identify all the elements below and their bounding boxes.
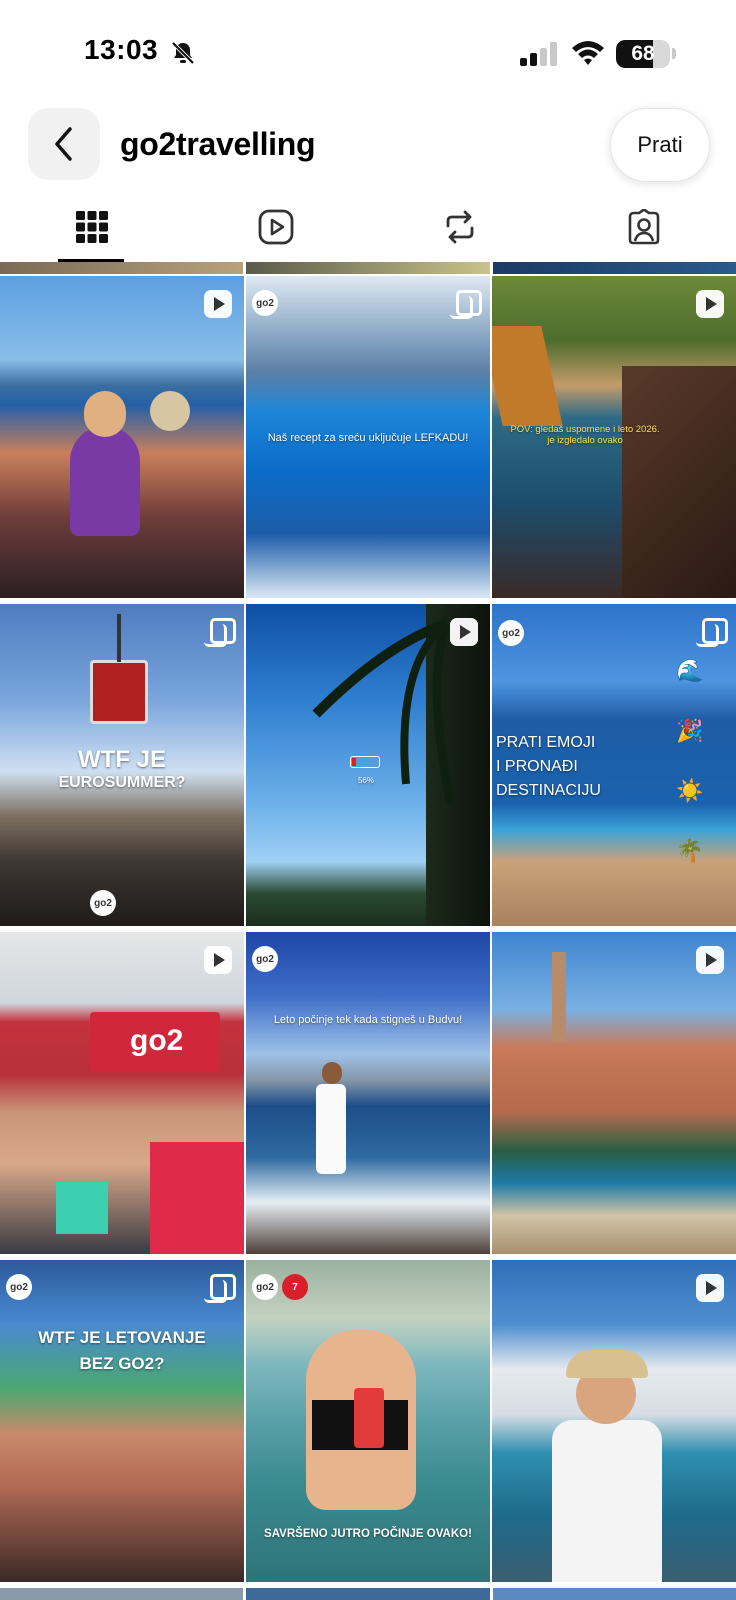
brand-logo-badge: go2 bbox=[90, 890, 116, 916]
brand-logo-badge: go2 bbox=[6, 1274, 32, 1300]
emoji-sun: ☀️ bbox=[676, 778, 704, 803]
post-tile[interactable] bbox=[492, 932, 736, 1254]
reel-icon bbox=[450, 618, 478, 646]
grid-icon bbox=[76, 211, 108, 243]
brand-logo-badge: go2 bbox=[498, 620, 524, 646]
reel-icon bbox=[696, 290, 724, 318]
tab-grid[interactable] bbox=[0, 192, 184, 262]
repost-icon bbox=[446, 210, 474, 244]
reel-icon bbox=[696, 946, 724, 974]
post-caption-subtitle: EUROSUMMER? bbox=[58, 774, 186, 791]
reel-icon bbox=[204, 290, 232, 318]
post-caption-line: WTF JE LETOVANJE bbox=[38, 1328, 206, 1347]
post-caption: POV: gledaš uspomene i leto 2026. je izg… bbox=[510, 424, 660, 446]
cellular-signal-icon bbox=[520, 42, 557, 66]
emoji-party: 🎉 bbox=[676, 718, 704, 743]
banner-logo-text: go2 bbox=[130, 1024, 184, 1057]
post-caption-line: I PRONAĐI bbox=[496, 758, 578, 775]
post-caption-line: BEZ GO2? bbox=[79, 1354, 165, 1373]
post-caption-line: DESTINACIJU bbox=[496, 782, 601, 799]
previous-row-strip bbox=[0, 262, 736, 274]
post-tile[interactable]: 56% bbox=[246, 604, 490, 926]
post-tile[interactable] bbox=[0, 276, 244, 598]
post-caption: SAVRŠENO JUTRO POČINJE OVAKO! bbox=[264, 1528, 472, 1540]
battery-tip bbox=[672, 48, 676, 59]
battery-percent: 68 bbox=[631, 42, 655, 65]
post-tile[interactable]: go2 WTF JE LETOVANJE BEZ GO2? bbox=[0, 1260, 244, 1582]
post-tile[interactable]: go2 7 SAVRŠENO JUTRO POČINJE OVAKO! bbox=[246, 1260, 490, 1582]
carousel-icon bbox=[204, 1274, 236, 1303]
reels-icon bbox=[258, 209, 294, 245]
back-button[interactable] bbox=[28, 108, 100, 180]
emoji-wave: 🌊 bbox=[676, 658, 704, 683]
reel-icon bbox=[696, 1274, 724, 1302]
post-tile[interactable]: go2 bbox=[0, 932, 244, 1254]
carousel-icon bbox=[450, 290, 482, 319]
chevron-left-icon bbox=[55, 127, 72, 161]
brand-logo-badge: go2 bbox=[252, 290, 278, 316]
battery-overlay-text: 56% bbox=[357, 776, 374, 785]
post-tile[interactable]: go2 Naš recept za sreću uključuje LEFKAD… bbox=[246, 276, 490, 598]
profile-username: go2travelling bbox=[120, 126, 316, 162]
post-caption-title: WTF JE bbox=[78, 746, 166, 773]
carousel-icon bbox=[204, 618, 236, 647]
wifi-icon bbox=[572, 41, 604, 65]
post-tile[interactable]: go2 Leto počinje tek kada stigneš u Budv… bbox=[246, 932, 490, 1254]
post-tile[interactable] bbox=[492, 1260, 736, 1582]
brand-logo-badge: go2 bbox=[252, 946, 278, 972]
battery-indicator: 68 bbox=[616, 40, 670, 68]
bell-muted-icon bbox=[171, 41, 195, 65]
tab-reposts[interactable] bbox=[368, 192, 552, 262]
carousel-icon bbox=[696, 618, 728, 647]
post-tile[interactable]: POV: gledaš uspomene i leto 2026. je izg… bbox=[492, 276, 736, 598]
tab-tagged[interactable] bbox=[552, 192, 736, 262]
post-tile[interactable]: go2 WTF JE EUROSUMMER? bbox=[0, 604, 244, 926]
profile-tabs bbox=[0, 192, 736, 262]
palm-fronds bbox=[312, 619, 456, 804]
follow-button[interactable]: Prati bbox=[610, 108, 710, 182]
brand-logo-badge: go2 bbox=[252, 1274, 278, 1300]
partner-logo-badge: 7 bbox=[282, 1274, 308, 1300]
post-caption: Naš recept za sreću uključuje LEFKADU! bbox=[267, 432, 469, 444]
status-bar: 13:03 68 bbox=[0, 0, 736, 100]
post-caption-line: PRATI EMOJI bbox=[496, 734, 596, 751]
post-tile[interactable]: go2 PRATI EMOJI I PRONAĐI DESTINACIJU 🌊 … bbox=[492, 604, 736, 926]
emoji-palm: 🌴 bbox=[676, 838, 704, 863]
tab-reels[interactable] bbox=[184, 192, 368, 262]
next-row-strip bbox=[0, 1588, 736, 1600]
tagged-person-icon bbox=[628, 209, 660, 245]
status-time: 13:03 bbox=[84, 34, 159, 65]
reel-icon bbox=[204, 946, 232, 974]
post-caption: Leto počinje tek kada stigneš u Budvu! bbox=[273, 1014, 463, 1026]
